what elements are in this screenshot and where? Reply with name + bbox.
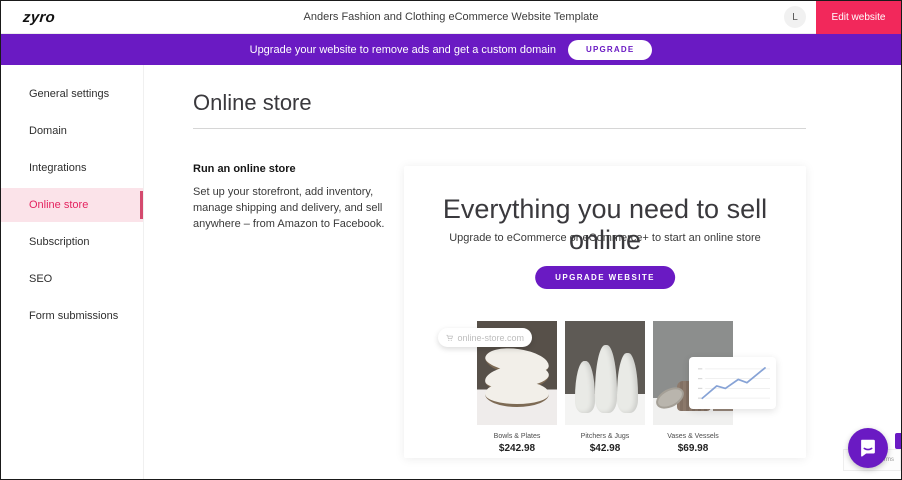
sidebar-item-online-store[interactable]: Online store: [1, 188, 143, 222]
product-price: $42.98: [565, 443, 645, 454]
sidebar-item-label: SEO: [29, 273, 52, 285]
cart-icon: [446, 333, 453, 343]
upgrade-card: Everything you need to sell online Upgra…: [404, 166, 806, 458]
sidebar-item-label: General settings: [29, 88, 109, 100]
upgrade-banner: Upgrade your website to remove ads and g…: [1, 34, 901, 65]
settings-sidebar: General settings Domain Integrations Online…: [1, 65, 144, 479]
product-name: Bowls & Plates: [477, 433, 557, 440]
upgrade-card-subheading: Upgrade to eCommerce or eCommerce+ to st…: [404, 232, 806, 244]
app-window: zyro Anders Fashion and Clothing eCommer…: [0, 0, 902, 480]
mini-analytics-card: [689, 357, 776, 409]
product-name: Vases & Vessels: [653, 433, 733, 440]
upgrade-card-heading: Everything you need to sell online: [404, 194, 806, 256]
product-name: Pitchers & Jugs: [565, 433, 645, 440]
product-price: $242.98: [477, 443, 557, 454]
chat-launcher-button[interactable]: [848, 428, 888, 468]
sidebar-item-general-settings[interactable]: General settings: [1, 77, 143, 111]
product-card: Pitchers & Jugs $42.98: [565, 321, 645, 454]
avatar[interactable]: L: [784, 6, 806, 28]
sidebar-item-label: Form submissions: [29, 310, 118, 322]
sidebar-item-form-submissions[interactable]: Form submissions: [1, 299, 143, 333]
main-content: Online store Run an online store Set up …: [145, 65, 901, 479]
intro-text-block: Run an online store Set up your storefro…: [193, 163, 398, 233]
title-divider: [193, 128, 806, 129]
sidebar-item-seo[interactable]: SEO: [1, 262, 143, 296]
mini-line-chart: [698, 363, 770, 404]
sidebar-item-label: Integrations: [29, 162, 86, 174]
sidebar-item-integrations[interactable]: Integrations: [1, 151, 143, 185]
sidebar-item-label: Domain: [29, 125, 67, 137]
sidebar-item-label: Subscription: [29, 236, 90, 248]
intro-paragraph: Set up your storefront, add inventory, m…: [193, 185, 398, 233]
site-title: Anders Fashion and Clothing eCommerce We…: [1, 11, 901, 23]
top-bar: zyro Anders Fashion and Clothing eCommer…: [1, 1, 901, 34]
chat-bubble-icon: [857, 437, 879, 459]
chat-side-tab: [895, 433, 902, 449]
browser-url-text: online-store.com: [457, 333, 524, 343]
browser-url-pill: online-store.com: [438, 328, 532, 347]
upgrade-website-button[interactable]: UPGRADE WEBSITE: [535, 266, 675, 289]
page-title: Online store: [193, 90, 312, 116]
upgrade-banner-button[interactable]: UPGRADE: [568, 40, 652, 60]
sidebar-item-domain[interactable]: Domain: [1, 114, 143, 148]
product-image: [565, 321, 645, 425]
upgrade-banner-text: Upgrade your website to remove ads and g…: [250, 44, 556, 56]
sidebar-item-label: Online store: [29, 199, 88, 211]
zyro-logo[interactable]: zyro: [22, 9, 55, 26]
product-price: $69.98: [653, 443, 733, 454]
edit-website-button[interactable]: Edit website: [816, 1, 901, 34]
intro-heading: Run an online store: [193, 163, 398, 175]
sidebar-item-subscription[interactable]: Subscription: [1, 225, 143, 259]
